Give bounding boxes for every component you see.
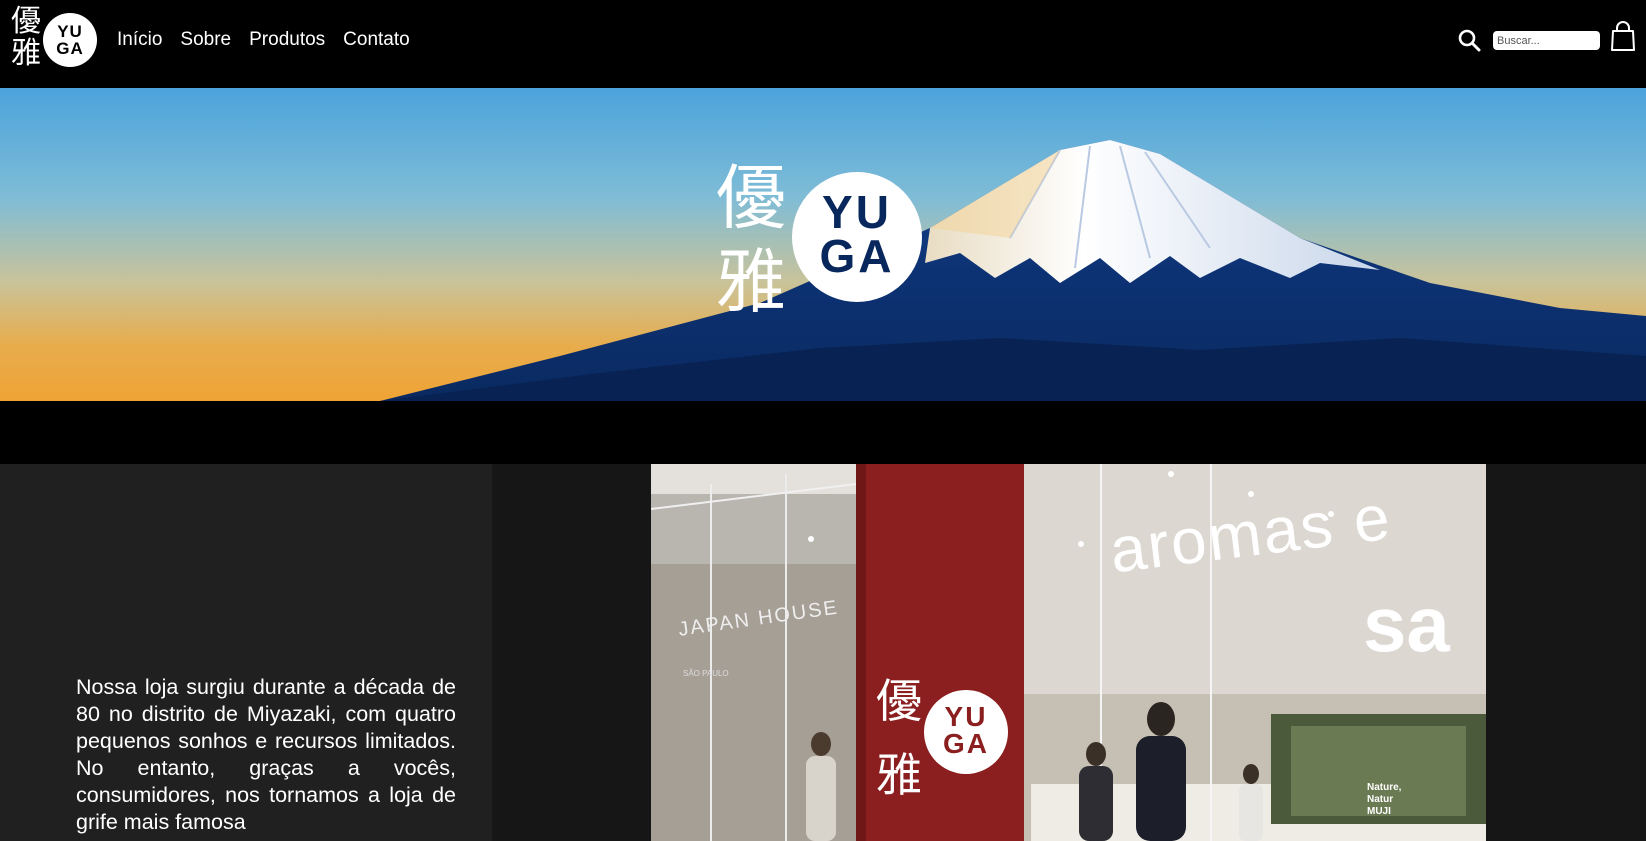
store-sign-logo: 優 雅 YU GA (876, 664, 1016, 834)
logo-kanji: 優 雅 (11, 6, 45, 70)
menu-item-produtos[interactable]: Produtos (249, 27, 325, 53)
store-sign-kanji-bottom: 雅 (876, 748, 922, 802)
hero-logo-kanji: 優 雅 (716, 156, 796, 324)
hero-logo-circle: YU GA (792, 172, 922, 302)
logo-kanji-bottom: 雅 (11, 36, 41, 71)
search-icon[interactable] (1457, 28, 1481, 52)
window-lettering-bold: sa (1363, 580, 1450, 668)
logo-circle-bottom-text: GA (56, 39, 84, 58)
hero-logo-kanji-top: 優 (716, 157, 786, 239)
menu-item-inicio[interactable]: Início (117, 27, 162, 53)
section-divider (0, 401, 1646, 464)
main-menu: Início Sobre Produtos Contato (117, 27, 410, 53)
search-input[interactable] (1493, 31, 1600, 50)
menu-item-contato[interactable]: Contato (343, 27, 410, 53)
menu-item-sobre[interactable]: Sobre (180, 27, 231, 53)
store-sign-circle-top-text: YU (944, 701, 988, 732)
hero-logo: 優 雅 YU GA (716, 156, 926, 326)
brand-logo[interactable]: 優 雅 YU GA (11, 6, 97, 76)
store-sign-circle: YU GA (924, 690, 1008, 774)
logo-circle: YU GA (43, 13, 97, 67)
store-sign-circle-bottom-text: GA (943, 728, 989, 759)
nature-poster-text: Nature, Natur MUJI (1367, 782, 1402, 817)
store-photo: JAPAN HOUSE SÃO PAULO 優 雅 YU GA aromas e… (651, 464, 1486, 841)
logo-circle-top-text: YU (57, 22, 83, 41)
logo-kanji-top: 優 (11, 4, 41, 39)
shopping-bag-icon[interactable] (1611, 21, 1635, 51)
about-section: Nossa loja surgiu durante a década de 80… (0, 464, 1646, 841)
store-sign-kanji-top: 優 (876, 674, 922, 728)
about-paragraph: Nossa loja surgiu durante a década de 80… (76, 675, 456, 834)
city-sign: SÃO PAULO (683, 669, 729, 678)
hero-logo-circle-top-text: YU (822, 186, 892, 238)
top-nav-bar: 優 雅 YU GA Início Sobre Produtos Contato (0, 0, 1646, 88)
hero-logo-kanji-bottom: 雅 (716, 241, 786, 323)
store-sign-kanji: 優 雅 (876, 664, 928, 812)
hero-logo-circle-bottom-text: GA (819, 230, 895, 282)
hero-banner: 優 雅 YU GA (0, 88, 1646, 401)
about-text-panel: Nossa loja surgiu durante a década de 80… (0, 464, 492, 841)
